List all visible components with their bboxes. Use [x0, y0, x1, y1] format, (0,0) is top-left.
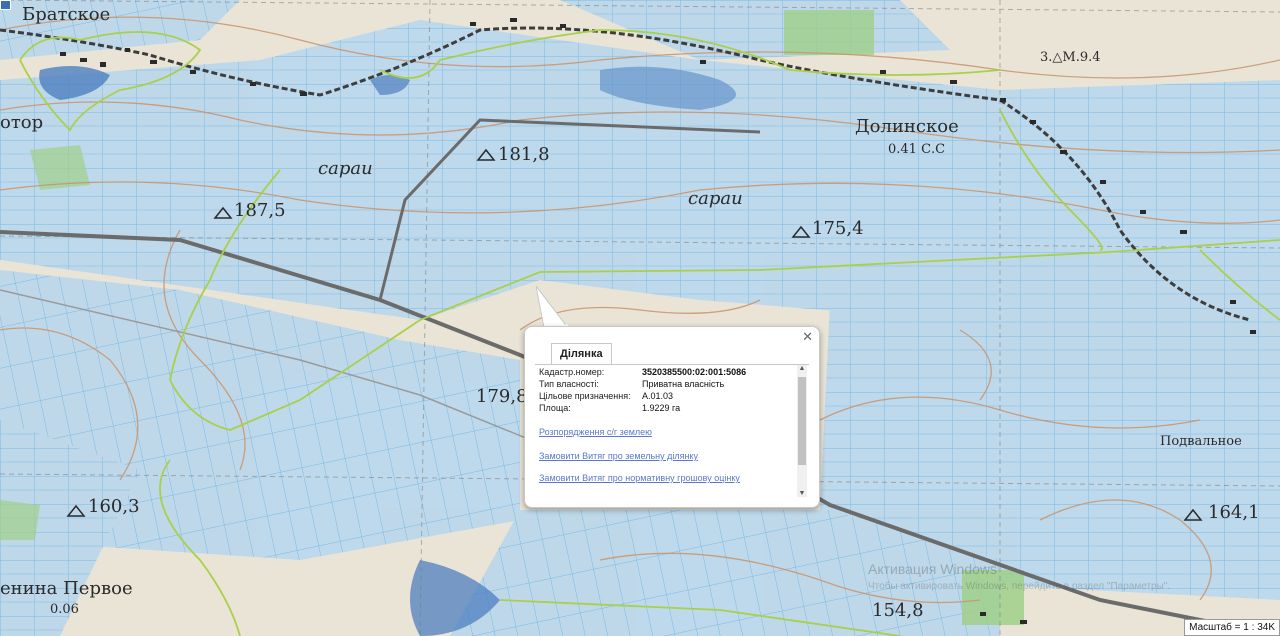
field-key: Тип власності:	[539, 379, 599, 389]
map-label-height-179-8: 179,8	[476, 386, 528, 407]
map-label-lenina-sub: 0.06	[50, 602, 79, 617]
popup-scrollbar[interactable]: ▲ ▼	[797, 365, 807, 497]
link-order-valuation-extract[interactable]: Замовити Витяг про нормативну грошову оц…	[539, 473, 740, 483]
field-key: Кадастр.номер:	[539, 367, 605, 377]
field-value: 1.9229 га	[642, 403, 681, 413]
field-value: А.01.03	[642, 391, 674, 401]
map-label-height-160-3: 160,3	[88, 496, 140, 517]
windows-activation-subtitle: Чтобы активировать Windows, перейдите в …	[868, 581, 1171, 592]
map-label-dolinskoe-sub: 0.41 С.С	[888, 142, 946, 157]
field-key: Площа:	[539, 403, 571, 413]
map-label-height-164: 164,1	[1208, 502, 1260, 523]
link-land-disposal[interactable]: Розпорядження с/г землею	[539, 427, 652, 437]
scroll-down-icon[interactable]: ▼	[797, 490, 807, 497]
map-scale: Масштаб = 1 : 34K	[1184, 619, 1280, 636]
layer-toggle-icon[interactable]	[0, 0, 11, 10]
popup-pointer	[536, 286, 570, 329]
link-order-parcel-extract[interactable]: Замовити Витяг про земельну ділянку	[539, 451, 698, 461]
map-label-height-187-5: 187,5	[234, 200, 286, 221]
field-value: 3520385500:02:001:5086	[642, 367, 747, 377]
scroll-thumb[interactable]	[798, 377, 806, 465]
popup-content: Кадастр.номер: 3520385500:02:001:5086 Ти…	[537, 365, 807, 497]
map-label-saray-1: сараи	[318, 158, 373, 179]
close-icon[interactable]: ✕	[802, 330, 813, 345]
map-canvas[interactable]	[0, 0, 1280, 636]
map-label-height-154-8: 154,8	[872, 600, 924, 621]
tab-parcel[interactable]: Ділянка	[551, 343, 612, 365]
map-label-m94: 3.△М.9.4	[1040, 50, 1101, 65]
field-key: Цільове призначення:	[539, 391, 631, 401]
map-label-saray-2: сараи	[688, 188, 743, 209]
map-label-height-181-8: 181,8	[498, 144, 550, 165]
map-label-height-175-4: 175,4	[812, 218, 864, 239]
map-label-dolinskoe: Долинское	[855, 116, 959, 137]
map-label-podvalnoe: Подвальное	[1160, 434, 1242, 449]
windows-activation-title: Активация Windows	[868, 561, 998, 577]
map-label-otor: отор	[0, 112, 44, 133]
parcel-info-popup: ✕ Ділянка Кадастр.номер: 3520385500:02:0…	[524, 326, 820, 508]
map-label-bratskoe: Братское	[22, 4, 111, 25]
scroll-up-icon[interactable]: ▲	[797, 365, 807, 372]
map-label-lenina: енина Первое	[0, 578, 133, 599]
field-value: Приватна власність	[642, 379, 725, 389]
